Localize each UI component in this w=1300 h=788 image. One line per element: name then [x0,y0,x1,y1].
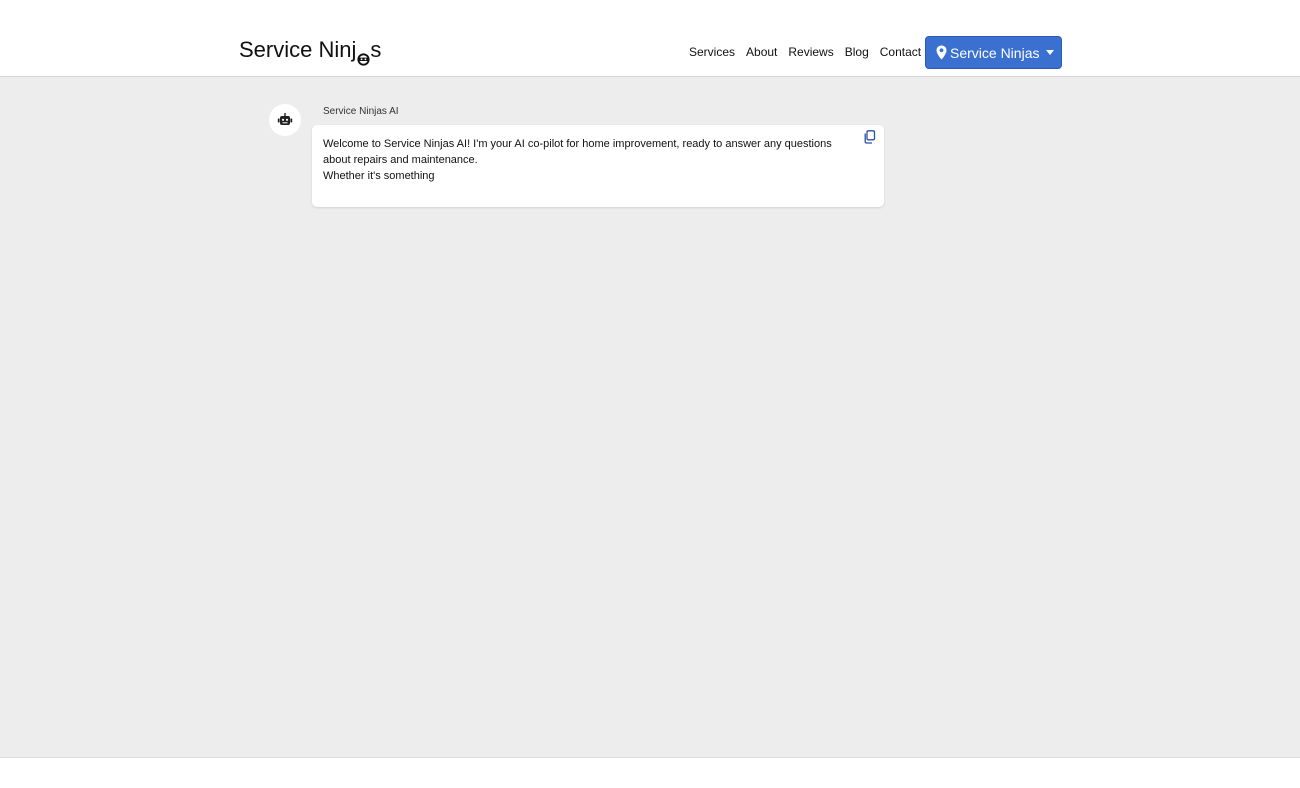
nav-contact[interactable]: Contact [880,44,921,60]
copy-icon[interactable] [863,130,876,144]
nav-services[interactable]: Services [689,44,735,60]
nav-reviews[interactable]: Reviews [788,44,833,60]
message-line: Whether it's something [323,170,435,182]
page-footer [0,758,1300,788]
main-nav: Services About Reviews Blog Contact [689,44,932,60]
nav-about[interactable]: About [746,44,777,60]
nav-blog[interactable]: Blog [845,44,869,60]
message-line: Welcome to Service Ninjas AI! I'm your A… [323,138,832,166]
location-dropdown-button[interactable]: Service Ninjas [925,36,1062,69]
message-sender: Service Ninjas AI [323,106,399,117]
logo-text-suffix: s [370,37,382,62]
map-pin-icon [936,45,947,60]
location-button-label: Service Ninjas [950,44,1040,61]
chat-area: Service Ninjas AI Welcome to Service Nin… [0,77,1300,758]
chevron-down-icon [1046,50,1055,55]
ninja-mask-icon [357,46,370,66]
assistant-message: Welcome to Service Ninjas AI! I'm your A… [312,125,884,207]
logo-text-prefix: Service Ninj [239,37,357,62]
site-header: Service Ninj s Services About Reviews Bl… [0,0,1300,77]
robot-icon [269,104,301,136]
site-logo[interactable]: Service Ninj s [239,37,382,66]
